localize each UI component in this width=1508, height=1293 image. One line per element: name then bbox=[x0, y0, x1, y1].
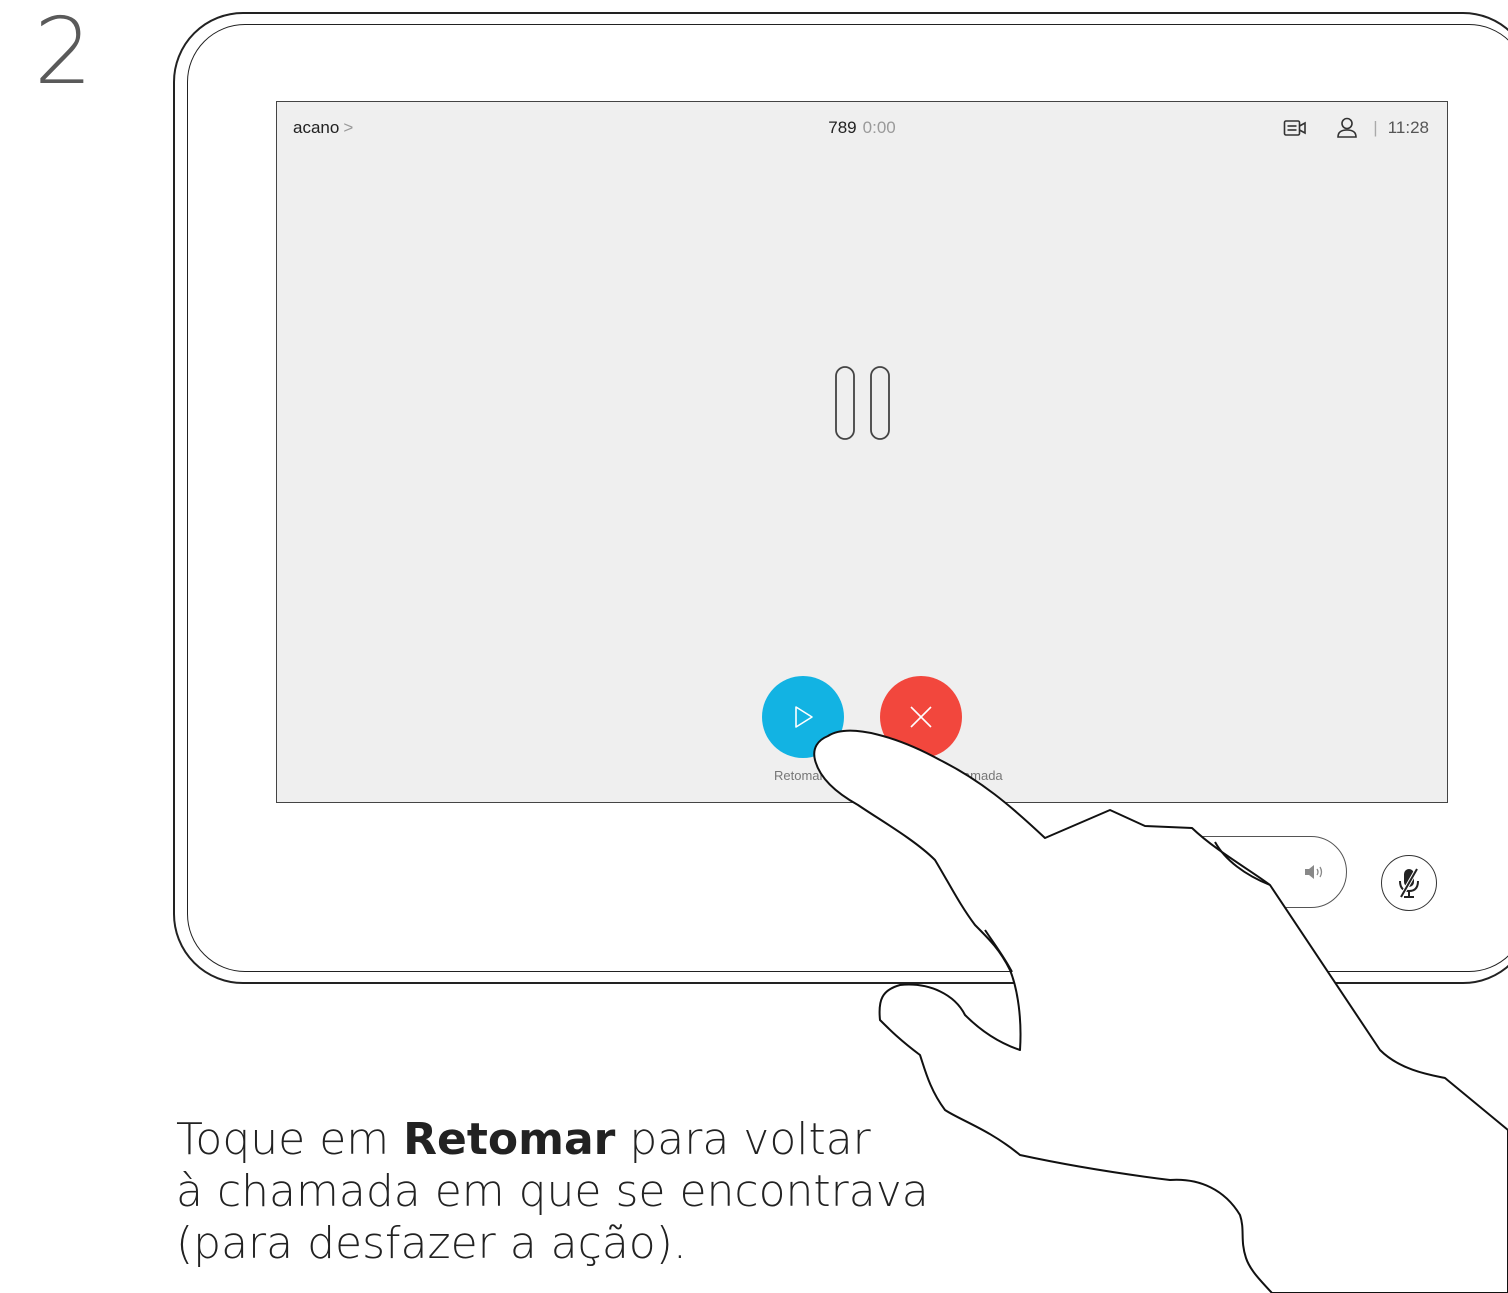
status-separator: | bbox=[1373, 118, 1378, 137]
person-icon[interactable] bbox=[1335, 116, 1359, 140]
clock: 11:28 bbox=[1387, 118, 1429, 137]
instruction-text: Toque em Retomar para voltar à chamada e… bbox=[176, 1114, 929, 1270]
instruction-line-1: Toque em Retomar para voltar bbox=[176, 1114, 929, 1166]
resume-label: Retomar bbox=[774, 768, 824, 783]
instruction-line-3: (para desfazer a ação). bbox=[176, 1218, 687, 1269]
microphone-muted-icon bbox=[1399, 868, 1419, 898]
end-call-label: Terminar chamada bbox=[895, 768, 1003, 783]
speaker-icon bbox=[1302, 861, 1326, 888]
camera-icon[interactable] bbox=[1283, 116, 1307, 140]
play-icon bbox=[795, 706, 813, 728]
end-call-button[interactable] bbox=[880, 676, 962, 758]
resume-button[interactable] bbox=[762, 676, 844, 758]
mute-button[interactable] bbox=[1381, 855, 1437, 911]
step-number: 2 bbox=[34, 0, 93, 105]
call-timer: 0:00 bbox=[862, 118, 896, 137]
instruction-line-2: à chamada em que se encontrava bbox=[176, 1166, 929, 1217]
instruction-line1-rest: para voltar bbox=[615, 1114, 871, 1165]
instruction-emphasis: Retomar bbox=[403, 1114, 616, 1165]
status-bar: | 11:28 bbox=[1261, 116, 1429, 140]
close-icon bbox=[910, 706, 932, 728]
call-screen: acano > 789 0:00 | 11:28 Retomar Termina… bbox=[276, 101, 1448, 803]
volume-control[interactable] bbox=[1140, 836, 1347, 908]
call-number: 789 bbox=[828, 118, 857, 137]
instruction-prefix: Toque em bbox=[176, 1114, 404, 1165]
pause-icon bbox=[833, 364, 893, 447]
